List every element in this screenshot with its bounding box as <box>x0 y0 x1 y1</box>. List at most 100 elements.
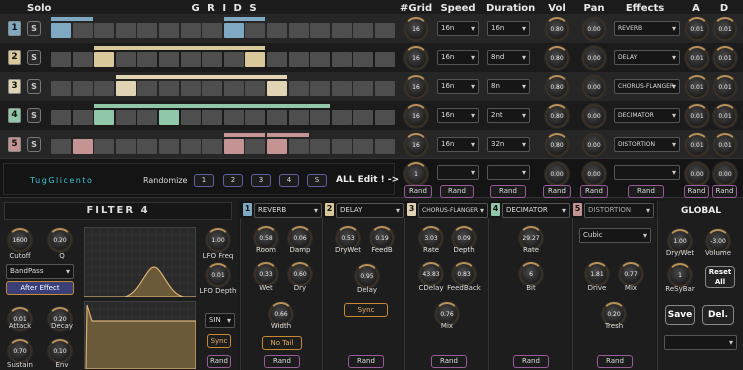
resybar-knob[interactable]: 1 <box>668 263 692 287</box>
track-range-bar[interactable] <box>94 104 331 108</box>
all-d-knob[interactable]: 0.00 <box>713 162 737 186</box>
all-a-rand-button[interactable]: Rand <box>684 185 709 198</box>
decimator-rand-button[interactable]: Rand <box>513 355 549 368</box>
delay-knob[interactable]: 0.95 <box>355 264 379 288</box>
grid-knob[interactable]: 16 <box>404 46 428 70</box>
reverb-rand-button[interactable]: Rand <box>264 355 300 368</box>
all-a-knob[interactable]: 0.00 <box>685 162 709 186</box>
speed-select[interactable]: 16n <box>437 108 479 123</box>
solo-button[interactable]: S <box>27 21 41 36</box>
grid-cell[interactable] <box>288 52 309 67</box>
q-knob[interactable]: 0.20 <box>48 228 72 252</box>
all-vol-rand-button[interactable]: Rand <box>543 185 571 198</box>
track-range-bar[interactable] <box>94 46 266 50</box>
all-vol-knob[interactable]: 0.00 <box>545 162 569 186</box>
speed-select[interactable]: 16n <box>437 137 479 152</box>
grid-cell[interactable] <box>310 23 331 38</box>
grid-cell[interactable] <box>245 110 266 125</box>
grid-cell[interactable] <box>202 52 223 67</box>
all-grid-knob[interactable]: 1 <box>404 162 428 186</box>
grid-cell[interactable] <box>288 81 309 96</box>
fx1-select[interactable]: REVERB <box>254 203 322 218</box>
filter-type-select[interactable]: BandPass <box>6 264 74 279</box>
grid-cell[interactable] <box>115 52 136 67</box>
track-range-bar[interactable] <box>115 75 287 79</box>
grid-cell[interactable] <box>94 81 115 96</box>
after-effect-button[interactable]: After Effect <box>6 281 74 295</box>
all-speed-rand-button[interactable]: Rand <box>440 185 474 198</box>
grid-cell[interactable] <box>202 139 223 154</box>
all-pan-rand-button[interactable]: Rand <box>580 185 608 198</box>
grid-cell[interactable] <box>353 139 374 154</box>
grid-cell[interactable] <box>94 52 115 67</box>
env-knob[interactable]: 0.10 <box>48 339 72 363</box>
grid-cell[interactable] <box>310 139 331 154</box>
grid-cell[interactable] <box>180 52 201 67</box>
track-range-bar[interactable] <box>51 17 93 21</box>
fx3-select[interactable]: CHORUS-FLANGER <box>418 203 488 218</box>
a-knob[interactable]: 0.01 <box>685 75 709 99</box>
grid-cell[interactable] <box>72 81 93 96</box>
filter-rand-button[interactable]: Rand <box>207 355 231 368</box>
grid-cell[interactable] <box>267 139 287 154</box>
grid-cell[interactable] <box>94 139 115 154</box>
grid-cell[interactable] <box>51 23 71 38</box>
vol-knob[interactable]: 0.80 <box>545 104 569 128</box>
delay-rand-button[interactable]: Rand <box>348 355 384 368</box>
vol-knob[interactable]: 0.80 <box>545 75 569 99</box>
grid-cell[interactable] <box>72 23 93 38</box>
randomize-3-button[interactable]: 3 <box>251 174 271 187</box>
grid-cell[interactable] <box>245 23 266 38</box>
grid-cell[interactable] <box>223 110 244 125</box>
all-d-rand-button[interactable]: Rand <box>712 185 737 198</box>
grid-cell[interactable] <box>267 23 287 38</box>
grid-cell[interactable] <box>331 52 352 67</box>
solo-button[interactable]: S <box>27 50 41 65</box>
dist-mix-knob[interactable]: 0.77 <box>619 262 643 286</box>
all-speed-select[interactable] <box>437 165 479 180</box>
grid-cell[interactable] <box>137 81 158 96</box>
pan-knob[interactable]: 0.00 <box>582 46 606 70</box>
duration-select[interactable]: 8nd <box>487 50 530 65</box>
grid-cell[interactable] <box>245 52 266 67</box>
randomize-2-button[interactable]: 2 <box>223 174 243 187</box>
effect-select[interactable]: DECIMATOR <box>614 108 680 123</box>
grid-knob[interactable]: 16 <box>404 104 428 128</box>
grid-cell[interactable] <box>245 139 266 154</box>
reset-all-button[interactable]: Reset All <box>705 266 735 288</box>
grid-cell[interactable] <box>94 110 115 125</box>
fx4-select[interactable]: DECIMATOR <box>502 203 570 218</box>
track-range-bar[interactable] <box>223 17 266 21</box>
fx5-select[interactable]: DISTORTION <box>584 203 654 218</box>
duration-select[interactable]: 2nt <box>487 108 530 123</box>
fx2-select[interactable]: DELAY <box>336 203 404 218</box>
no-tail-button[interactable]: No Tail <box>262 336 302 350</box>
lfo-depth-knob[interactable]: 0.01 <box>206 263 230 287</box>
d-knob[interactable]: 0.01 <box>713 75 737 99</box>
feedback-knob[interactable]: 0.83 <box>452 262 476 286</box>
grid-cell[interactable] <box>137 52 158 67</box>
grid-cell[interactable] <box>245 81 266 96</box>
track-range-bar[interactable] <box>267 133 309 137</box>
randomize-s-button[interactable]: S <box>307 174 327 187</box>
grid-cell[interactable] <box>267 52 287 67</box>
track-range-bar[interactable] <box>223 133 266 137</box>
all-duration-select[interactable] <box>487 165 530 180</box>
pan-knob[interactable]: 0.00 <box>582 133 606 157</box>
effect-select[interactable]: DELAY <box>614 50 680 65</box>
d-knob[interactable]: 0.01 <box>713 17 737 41</box>
speed-select[interactable]: 16n <box>437 79 479 94</box>
duration-select[interactable]: 16n <box>487 21 530 36</box>
distortion-rand-button[interactable]: Rand <box>597 355 633 368</box>
drive-knob[interactable]: 1.81 <box>585 262 609 286</box>
a-knob[interactable]: 0.01 <box>685 17 709 41</box>
vol-knob[interactable]: 0.80 <box>545 46 569 70</box>
grid-cell[interactable] <box>375 52 395 67</box>
grid-cell[interactable] <box>288 110 309 125</box>
pan-knob[interactable]: 0.00 <box>582 104 606 128</box>
grid-cell[interactable] <box>202 23 223 38</box>
grid-cell[interactable] <box>137 110 158 125</box>
grid-cell[interactable] <box>223 23 244 38</box>
save-button[interactable]: Save <box>665 305 695 325</box>
grid-cell[interactable] <box>353 81 374 96</box>
